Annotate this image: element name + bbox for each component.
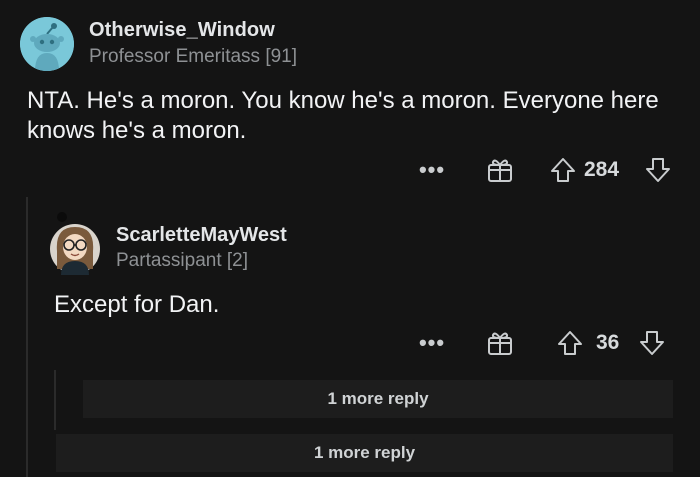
reply-actions: ••• 36 bbox=[0, 325, 700, 361]
gift-icon[interactable] bbox=[485, 155, 515, 185]
comment-body: NTA. He's a moron. You know he's a moron… bbox=[27, 87, 659, 144]
gift-icon[interactable] bbox=[485, 328, 515, 358]
snoo-avatar-icon bbox=[20, 17, 74, 71]
author-flair: Partassipant [2] bbox=[116, 250, 249, 271]
thread-line[interactable] bbox=[54, 370, 56, 430]
comment-actions: ••• 284 bbox=[0, 152, 700, 188]
vote-score: 36 bbox=[596, 331, 620, 354]
cartoon-avatar-icon bbox=[50, 212, 100, 275]
ellipsis-icon[interactable]: ••• bbox=[418, 329, 446, 357]
arrow-up-icon[interactable] bbox=[548, 155, 578, 185]
reply-avatar[interactable] bbox=[49, 211, 101, 275]
ellipsis-icon[interactable]: ••• bbox=[418, 156, 446, 184]
comment-author[interactable]: Otherwise_Window bbox=[89, 19, 275, 42]
arrow-up-icon[interactable] bbox=[555, 328, 585, 358]
arrow-down-icon[interactable] bbox=[637, 328, 667, 358]
comment-thread: Otherwise_Window Professor Emeritass [91… bbox=[0, 0, 700, 477]
reply-body: Except for Dan. bbox=[54, 291, 220, 318]
more-replies-button[interactable]: 1 more reply bbox=[83, 380, 673, 418]
avatar[interactable] bbox=[20, 17, 74, 71]
more-replies-button[interactable]: 1 more reply bbox=[56, 434, 673, 472]
reply-author[interactable]: ScarletteMayWest bbox=[116, 224, 287, 247]
author-flair: Professor Emeritass [91] bbox=[89, 46, 298, 67]
arrow-down-icon[interactable] bbox=[643, 155, 673, 185]
vote-score: 284 bbox=[584, 158, 620, 181]
